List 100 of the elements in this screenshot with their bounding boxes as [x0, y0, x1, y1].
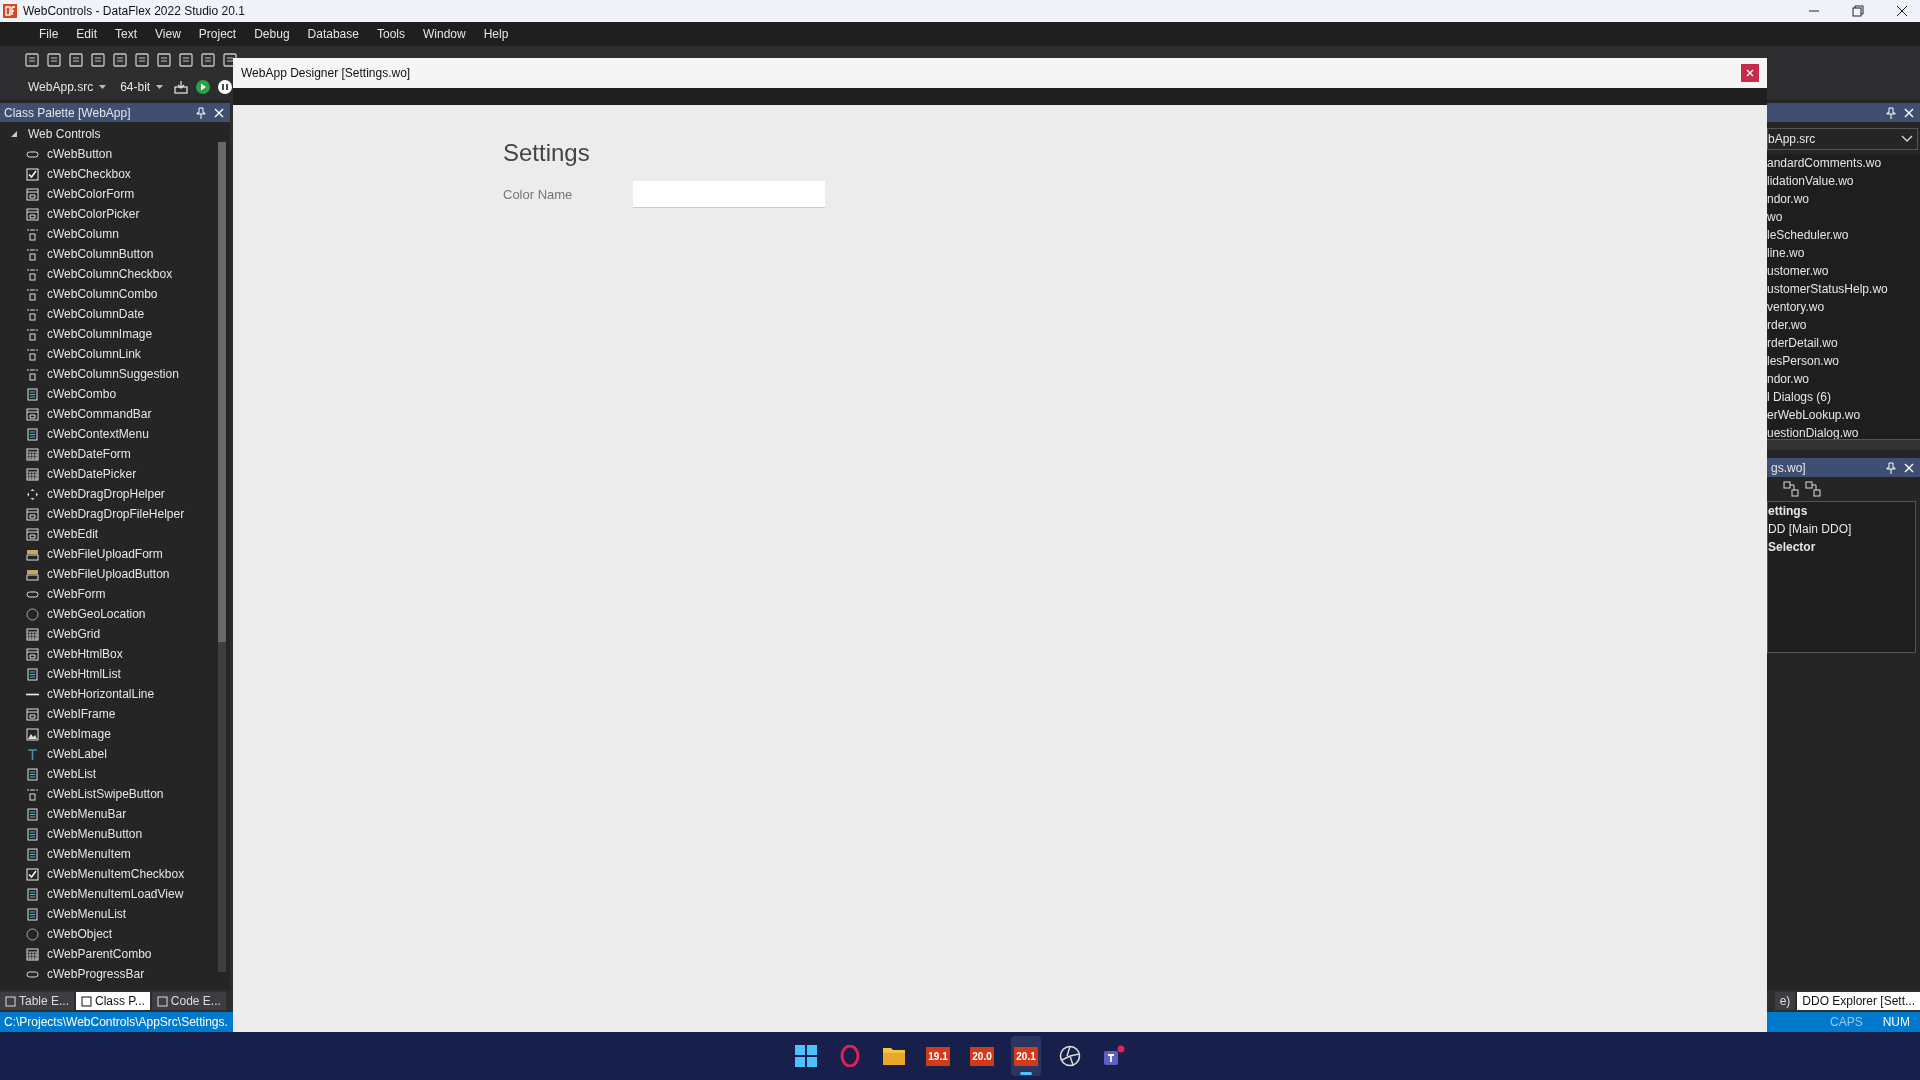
class-item[interactable]: cWebColumn [47, 227, 119, 241]
panel-tab[interactable]: DDO Explorer [Sett... [1797, 992, 1920, 1010]
class-item[interactable]: cWebCombo [47, 387, 117, 401]
class-item[interactable]: cWebLabel [47, 747, 107, 761]
source-file-entry[interactable]: ventory.wo [1767, 298, 1920, 316]
toolbar-icon[interactable] [178, 51, 194, 68]
panel-tab[interactable]: Code E... [151, 992, 226, 1010]
source-file-entry[interactable]: l Dialogs (6) [1767, 388, 1920, 406]
color-name-field[interactable] [633, 181, 825, 208]
workspace-dropdown[interactable]: bApp.src [1767, 128, 1918, 150]
expander-icon[interactable] [10, 130, 18, 138]
taskbar-app[interactable]: 20.1 [1011, 1036, 1041, 1076]
class-item[interactable]: cWebListSwipeButton [47, 787, 164, 801]
workspace-dropdown[interactable]: WebApp.src [24, 78, 111, 95]
pin-icon[interactable] [196, 106, 206, 119]
class-item[interactable]: cWebDragDropFileHelper [47, 507, 185, 521]
close-icon[interactable] [1896, 5, 1908, 17]
menu-item[interactable]: Database [298, 25, 368, 43]
pause-icon[interactable] [217, 78, 234, 95]
toolbar-icon[interactable] [156, 51, 172, 68]
toolbar-icon[interactable] [134, 51, 150, 68]
ddo-tree-item[interactable]: Selector [1768, 538, 1915, 556]
source-file-entry[interactable]: lesPerson.wo [1767, 352, 1920, 370]
scrollbar[interactable] [1767, 439, 1920, 450]
platform-dropdown[interactable]: 64-bit [116, 78, 168, 95]
toolbar-icon[interactable] [90, 51, 106, 68]
menu-item[interactable]: View [146, 25, 190, 43]
source-file-entry[interactable]: uestionDialog.wo [1767, 424, 1920, 439]
menu-item[interactable]: Help [474, 25, 518, 43]
menu-item[interactable]: File [30, 25, 68, 43]
class-item[interactable]: cWebForm [47, 587, 106, 601]
class-item[interactable]: cWebDateForm [47, 447, 131, 461]
deploy-icon[interactable] [173, 78, 190, 95]
taskbar-app[interactable]: 19.1 [923, 1036, 953, 1076]
ring-icon[interactable] [839, 1045, 861, 1067]
menu-item[interactable]: Debug [245, 25, 299, 43]
diagram-icon[interactable] [1805, 481, 1821, 497]
ddo-tree-item[interactable]: DD [Main DDO] [1768, 520, 1915, 538]
taskbar-app[interactable]: 20.0 [967, 1036, 997, 1076]
tree-group-label[interactable]: Web Controls [28, 127, 101, 141]
menu-item[interactable]: Project [189, 25, 246, 43]
class-item[interactable]: cWebMenuItemLoadView [47, 887, 184, 901]
ddo-tree-item[interactable]: ettings [1768, 502, 1915, 520]
source-file-entry[interactable]: rderDetail.wo [1767, 334, 1920, 352]
source-file-entry[interactable]: ustomer.wo [1767, 262, 1920, 280]
class-item[interactable]: cWebColumnDate [47, 307, 145, 321]
source-file-entry[interactable]: ustomerStatusHelp.wo [1767, 280, 1920, 298]
panel-tab[interactable]: Class P... [76, 992, 150, 1010]
class-item[interactable]: cWebIFrame [47, 707, 116, 721]
class-item[interactable]: cWebColumnCombo [47, 287, 158, 301]
class-item[interactable]: cWebDragDropHelper [47, 487, 165, 501]
aperture-icon[interactable] [1059, 1045, 1081, 1067]
source-file-entry[interactable]: erWebLookup.wo [1767, 406, 1920, 424]
class-item[interactable]: cWebMenuItemCheckbox [47, 867, 185, 881]
class-item[interactable]: cWebList [47, 767, 97, 781]
class-item[interactable]: cWebColumnButton [47, 247, 154, 261]
source-file-entry[interactable]: line.wo [1767, 244, 1920, 262]
class-item[interactable]: cWebGrid [47, 627, 101, 641]
class-item[interactable]: cWebButton [47, 147, 113, 161]
menu-item[interactable]: Tools [367, 25, 414, 43]
class-item[interactable]: cWebDatePicker [47, 467, 137, 481]
toolbar-icon[interactable] [24, 51, 40, 68]
source-file-entry[interactable]: lidationValue.wo [1767, 172, 1920, 190]
class-item[interactable]: cWebCommandBar [47, 407, 152, 421]
close-button[interactable] [1741, 64, 1759, 82]
panel-tab[interactable]: e) [1774, 992, 1796, 1010]
source-file-entry[interactable]: ndor.wo [1767, 370, 1920, 388]
toolbar-icon[interactable] [222, 51, 238, 68]
class-item[interactable]: cWebFileUploadButton [47, 567, 170, 581]
scrollbar[interactable] [218, 142, 226, 972]
class-item[interactable]: cWebColumnImage [47, 327, 153, 341]
menu-item[interactable]: Window [413, 25, 475, 43]
class-item[interactable]: cWebParentCombo [47, 947, 152, 961]
class-item[interactable]: cWebEdit [47, 527, 99, 541]
class-item[interactable]: cWebHtmlBox [47, 647, 123, 661]
class-item[interactable]: cWebColorPicker [47, 207, 140, 221]
class-item[interactable]: cWebObject [47, 927, 113, 941]
folder-icon[interactable] [882, 1046, 906, 1066]
source-file-entry[interactable]: rder.wo [1767, 316, 1920, 334]
chat-app-icon[interactable] [1102, 1045, 1126, 1067]
class-item[interactable]: cWebColumnCheckbox [47, 267, 173, 281]
class-item[interactable]: cWebColumnLink [47, 347, 141, 361]
class-item[interactable]: cWebProgressBar [47, 967, 145, 981]
source-file-entry[interactable]: ndor.wo [1767, 190, 1920, 208]
class-item[interactable]: cWebMenuBar [47, 807, 127, 821]
class-item[interactable]: cWebFileUploadForm [47, 547, 163, 561]
class-item[interactable]: cWebMenuList [47, 907, 127, 921]
run-icon[interactable] [195, 78, 212, 95]
source-file-entry[interactable]: wo [1767, 208, 1920, 226]
class-item[interactable]: cWebHorizontalLine [47, 687, 155, 701]
restore-icon[interactable] [1852, 5, 1864, 17]
panel-tab[interactable]: Table E... [0, 992, 75, 1010]
class-item[interactable]: cWebContextMenu [47, 427, 149, 441]
toolbar-icon[interactable] [200, 51, 216, 68]
menu-item[interactable]: Text [106, 25, 147, 43]
class-item[interactable]: cWebImage [47, 727, 111, 741]
class-item[interactable]: cWebColumnSuggestion [47, 367, 179, 381]
menu-item[interactable]: Edit [67, 25, 107, 43]
class-item[interactable]: cWebColorForm [47, 187, 135, 201]
source-file-entry[interactable]: andardComments.wo [1767, 154, 1920, 172]
